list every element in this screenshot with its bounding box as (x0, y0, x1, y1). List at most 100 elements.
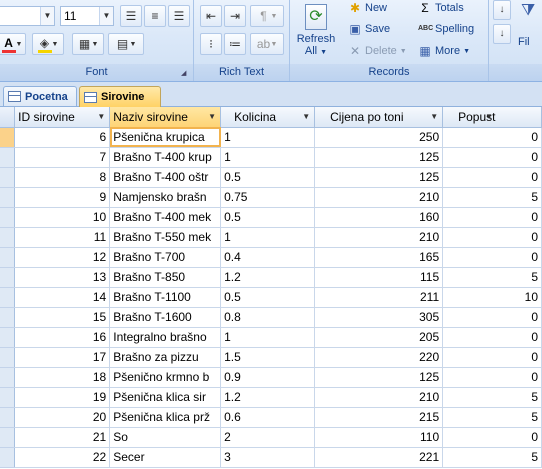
record-selector[interactable] (0, 407, 16, 428)
record-selector[interactable] (0, 147, 16, 168)
column-header-id[interactable]: ID sirovine ▼ (14, 107, 111, 128)
record-selector[interactable] (0, 127, 16, 148)
tab-pocetna[interactable]: Pocetna (3, 86, 77, 106)
record-selector[interactable] (0, 247, 16, 268)
cell-naziv[interactable]: Secer (109, 447, 222, 468)
cell-popust[interactable]: 5 (442, 187, 542, 208)
cell-id[interactable]: 9 (14, 187, 111, 208)
cell-kolicina[interactable]: 1 (220, 327, 316, 348)
cell-naziv[interactable]: Integralno brašno (109, 327, 222, 348)
record-selector[interactable] (0, 327, 16, 348)
cell-cijena[interactable]: 125 (314, 167, 444, 188)
cell-id[interactable]: 13 (14, 267, 111, 288)
cell-kolicina[interactable]: 0.9 (220, 367, 316, 388)
cell-id[interactable]: 12 (14, 247, 111, 268)
cell-kolicina[interactable]: 1.2 (220, 267, 316, 288)
record-selector[interactable] (0, 367, 16, 388)
record-selector[interactable] (0, 167, 16, 188)
chevron-down-icon[interactable]: ▼ (130, 41, 137, 48)
select-all-corner[interactable] (0, 107, 16, 128)
cell-id[interactable]: 6 (14, 127, 111, 148)
cell-kolicina[interactable]: 0.75 (220, 187, 316, 208)
cell-naziv[interactable]: Brašno T-400 mek (109, 207, 222, 228)
cell-popust[interactable]: 0 (442, 207, 542, 228)
cell-popust[interactable]: 5 (442, 447, 542, 468)
cell-kolicina[interactable]: 1.5 (220, 347, 316, 368)
chevron-down-icon[interactable]: ▼ (99, 7, 113, 25)
cell-naziv[interactable]: Brašno T-400 oštr (109, 167, 222, 188)
cell-cijena[interactable]: 221 (314, 447, 444, 468)
cell-popust[interactable]: 0 (442, 247, 542, 268)
table-row[interactable]: 7 Brašno T-400 krup 1 125 0 (0, 147, 542, 168)
cell-popust[interactable]: 5 (442, 387, 542, 408)
cell-cijena[interactable]: 165 (314, 247, 444, 268)
cell-id[interactable]: 20 (14, 407, 111, 428)
cell-kolicina[interactable]: 1 (220, 147, 316, 168)
table-row[interactable]: 21 So 2 110 0 (0, 427, 542, 448)
cell-kolicina[interactable]: 3 (220, 447, 316, 468)
cell-naziv[interactable]: Pšenična klica sir (109, 387, 222, 408)
more-button[interactable]: ▦ More ▼ (418, 44, 470, 58)
cell-cijena[interactable]: 110 (314, 427, 444, 448)
new-record-button[interactable]: ✱ New (348, 1, 387, 15)
cell-naziv[interactable]: Brašno T-1600 (109, 307, 222, 328)
cell-kolicina[interactable]: 0.5 (220, 207, 316, 228)
refresh-all-button[interactable]: ⟳ Refresh All ▼ (292, 2, 340, 62)
cell-cijena[interactable]: 125 (314, 147, 444, 168)
chevron-down-icon[interactable]: ▼ (52, 41, 59, 48)
table-row[interactable]: 17 Brašno za pizzu 1.5 220 0 (0, 347, 542, 368)
cell-cijena[interactable]: 211 (314, 287, 444, 308)
cell-kolicina[interactable]: 1 (220, 127, 316, 148)
record-selector[interactable] (0, 387, 16, 408)
table-row[interactable]: 11 Brašno T-550 mek 1 210 0 (0, 227, 542, 248)
totals-button[interactable]: Σ Totals (418, 1, 463, 15)
cell-naziv[interactable]: So (109, 427, 222, 448)
table-row[interactable]: 6 Pšenična krupica 1 250 0 (0, 127, 542, 148)
table-row[interactable]: 9 Namjensko brašn 0.75 210 5 (0, 187, 542, 208)
cell-cijena[interactable]: 125 (314, 367, 444, 388)
gridlines-button[interactable]: ▦ ▼ (72, 33, 104, 55)
spelling-button[interactable]: ABC Spelling (418, 22, 474, 36)
align-center-button[interactable]: ≡ (144, 5, 166, 27)
delete-button[interactable]: ✕ Delete ▼ (348, 44, 407, 58)
chevron-down-icon[interactable]: ▼ (92, 41, 99, 48)
cell-popust[interactable]: 0 (442, 327, 542, 348)
cell-kolicina[interactable]: 0.4 (220, 247, 316, 268)
cell-id[interactable]: 15 (14, 307, 111, 328)
record-selector[interactable] (0, 267, 16, 288)
dialog-launcher-icon[interactable]: ◢ (181, 69, 190, 78)
table-row[interactable]: 19 Pšenična klica sir 1.2 210 5 (0, 387, 542, 408)
cell-popust[interactable]: 0 (442, 347, 542, 368)
cell-naziv[interactable]: Namjensko brašn (109, 187, 222, 208)
cell-popust[interactable]: 10 (442, 287, 542, 308)
record-selector[interactable] (0, 307, 16, 328)
sort-ascending-button[interactable]: ↓ (493, 0, 511, 20)
table-row[interactable]: 10 Brašno T-400 mek 0.5 160 0 (0, 207, 542, 228)
cell-id[interactable]: 8 (14, 167, 111, 188)
chevron-down-icon[interactable]: ▼ (40, 7, 54, 25)
cell-popust[interactable]: 0 (442, 227, 542, 248)
column-header-naziv[interactable]: Naziv sirovine ▼ (109, 107, 222, 128)
table-row[interactable]: 15 Brašno T-1600 0.8 305 0 (0, 307, 542, 328)
table-row[interactable]: 20 Pšenična klica prž 0.6 215 5 (0, 407, 542, 428)
chevron-down-icon[interactable]: ▼ (485, 107, 493, 126)
column-header-popust[interactable]: Popust ▼ (442, 107, 542, 128)
cell-naziv[interactable]: Brašno T-400 krup (109, 147, 222, 168)
cell-id[interactable]: 19 (14, 387, 111, 408)
cell-id[interactable]: 22 (14, 447, 111, 468)
cell-cijena[interactable]: 210 (314, 387, 444, 408)
cell-id[interactable]: 7 (14, 147, 111, 168)
cell-id[interactable]: 16 (14, 327, 111, 348)
alternate-fill-button[interactable]: ▤ ▼ (108, 33, 144, 55)
record-selector[interactable] (0, 347, 16, 368)
table-row[interactable]: 16 Integralno brašno 1 205 0 (0, 327, 542, 348)
record-selector[interactable] (0, 447, 16, 468)
cell-id[interactable]: 10 (14, 207, 111, 228)
cell-naziv[interactable]: Pšenična klica prž (109, 407, 222, 428)
chevron-down-icon[interactable]: ▼ (97, 107, 105, 126)
cell-kolicina[interactable]: 1.2 (220, 387, 316, 408)
cell-cijena[interactable]: 220 (314, 347, 444, 368)
numbering-button[interactable]: ≔ (224, 33, 246, 55)
cell-cijena[interactable]: 305 (314, 307, 444, 328)
chevron-down-icon[interactable]: ▼ (208, 107, 216, 126)
